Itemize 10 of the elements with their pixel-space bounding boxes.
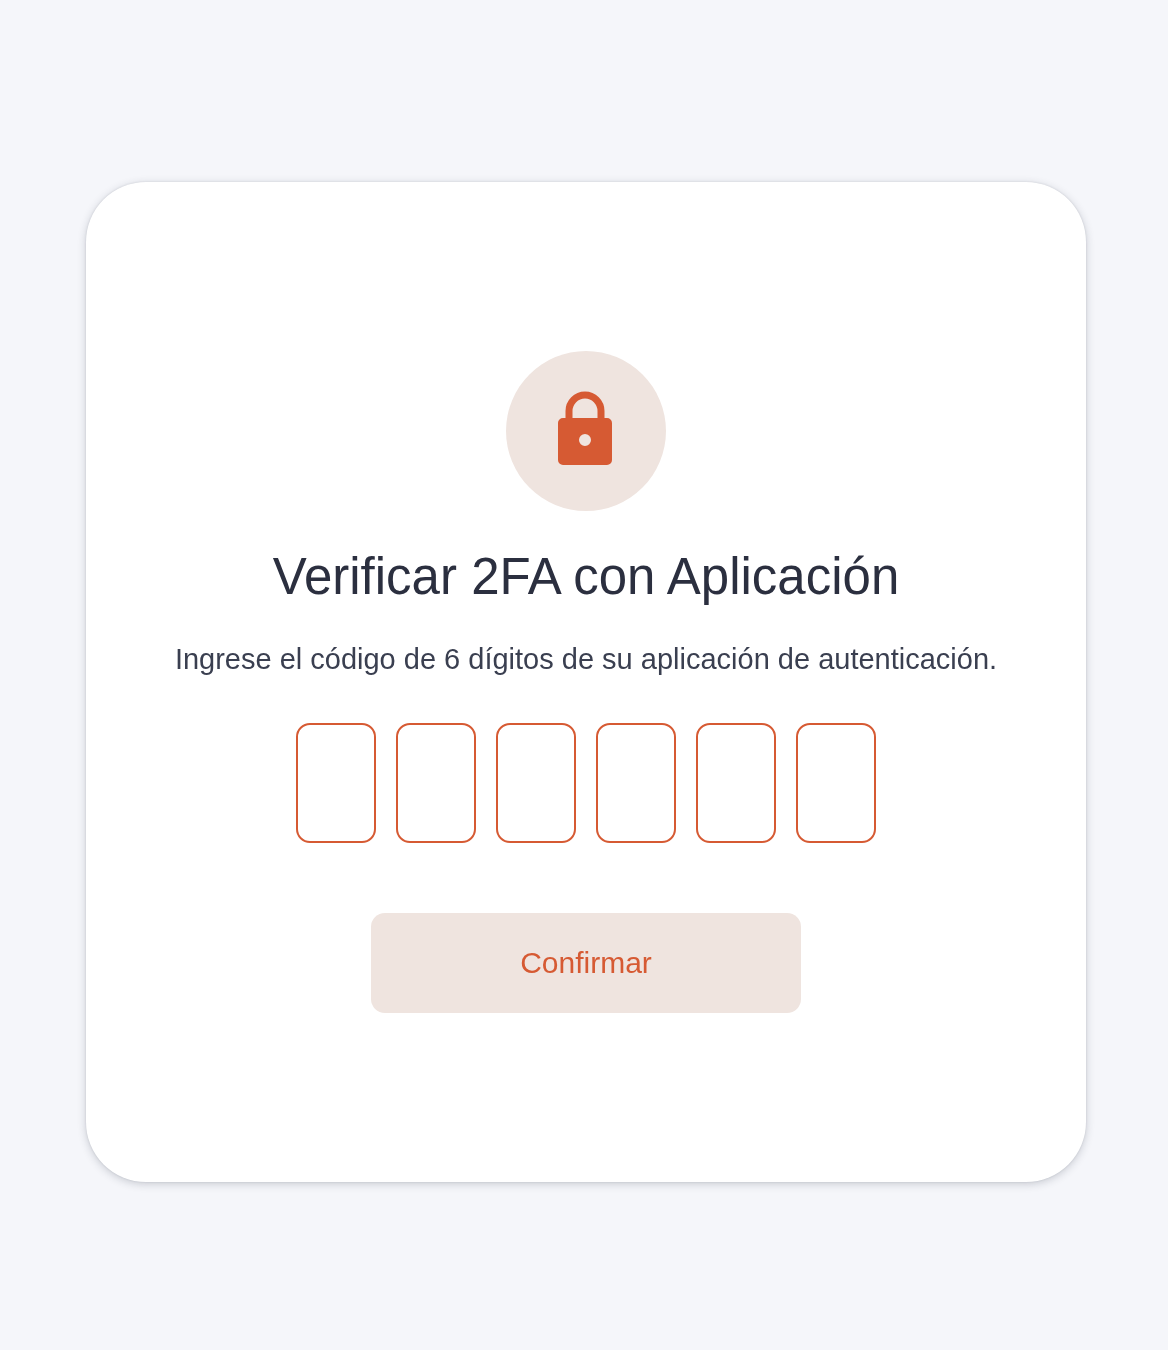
confirm-button[interactable]: Confirmar [371, 913, 801, 1013]
lock-icon [506, 351, 666, 511]
instruction-text: Ingrese el código de 6 dígitos de su aplicación de autenticación. [174, 642, 998, 676]
code-digit-field[interactable] [596, 723, 676, 843]
code-digit-field[interactable] [496, 723, 576, 843]
code-digit-field[interactable] [396, 723, 476, 843]
code-digit-field[interactable] [696, 723, 776, 843]
dialog-title: Verificar 2FA con Aplicación [272, 549, 900, 605]
code-digit-field[interactable] [296, 723, 376, 843]
code-digit-field[interactable] [796, 723, 876, 843]
